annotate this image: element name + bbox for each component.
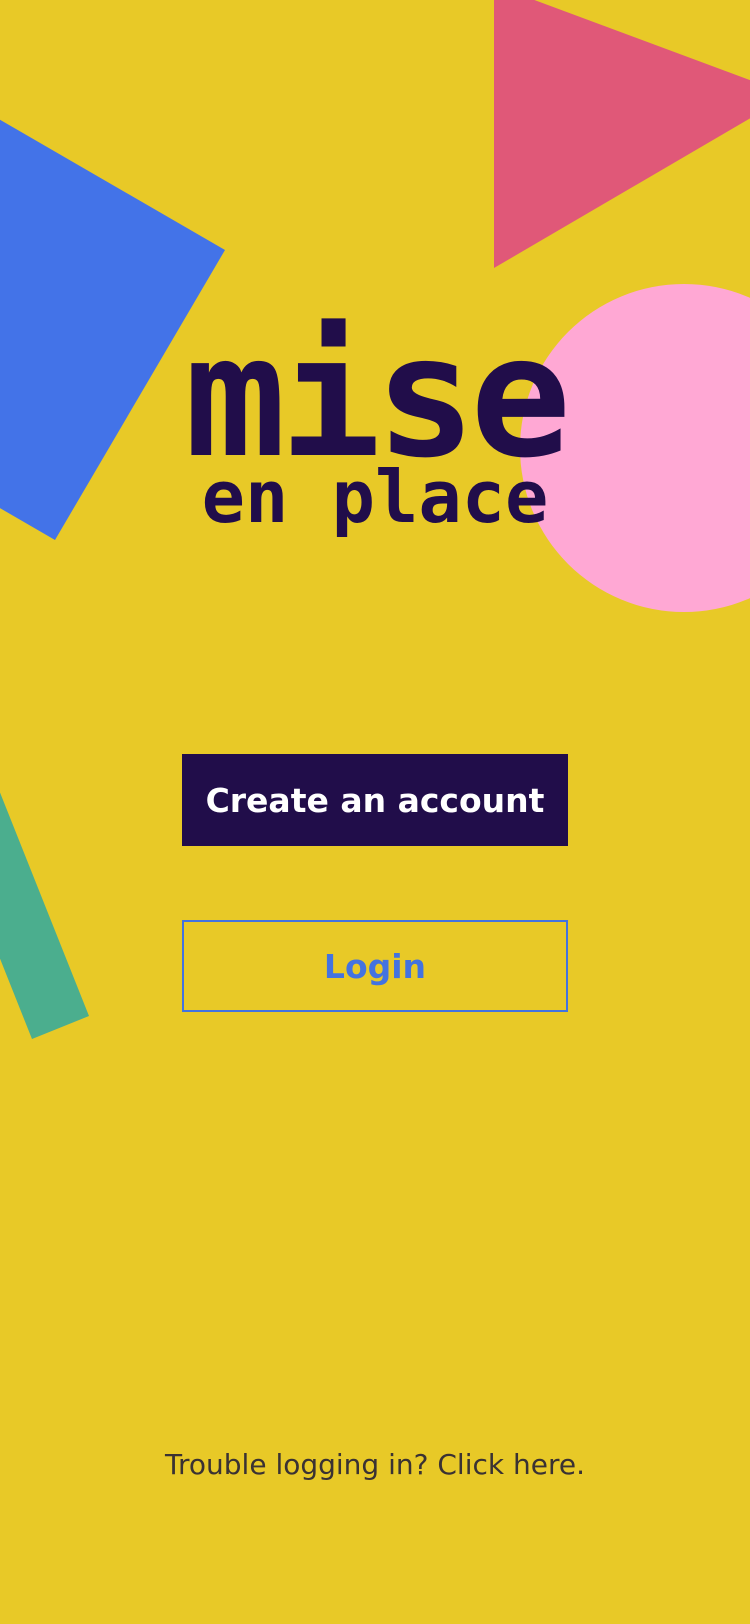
red-triangle-shape	[494, 0, 750, 268]
login-button[interactable]: Login	[182, 920, 568, 1012]
green-bar-shape	[0, 792, 89, 1039]
create-account-button[interactable]: Create an account	[182, 754, 568, 846]
logo-subtitle: en place	[201, 455, 549, 539]
trouble-logging-in-link[interactable]: Trouble logging in? Click here.	[0, 1448, 750, 1481]
welcome-screen: mise en place Create an account Login Tr…	[0, 0, 750, 1624]
